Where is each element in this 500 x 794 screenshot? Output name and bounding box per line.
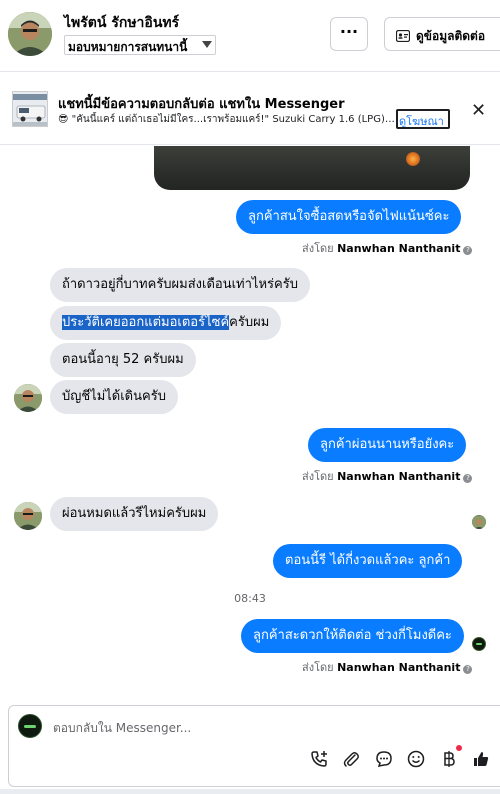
message-bubble-outgoing[interactable]: ตอนนี้รี ได้กี่งวดแล้วคะ ลูกค้า	[273, 544, 463, 578]
more-options-button[interactable]: ···	[330, 17, 368, 51]
message-bubble-outgoing[interactable]: ลูกค้าผ่อนนานหรือยังคะ	[308, 428, 467, 462]
contact-photo	[8, 12, 52, 56]
read-receipt-avatar	[472, 515, 486, 529]
reply-input[interactable]	[53, 719, 353, 737]
sender-name: Nanwhan Nanthanit	[337, 470, 461, 483]
contact-name[interactable]: ไพรัตน์ รักษาอินทร์	[64, 12, 179, 34]
selected-text: ประวัติเคยออกแต่มอเตอร์ไซค์	[62, 315, 230, 330]
assign-label: มอบหมายการสนทนานี้	[68, 40, 188, 54]
baht-icon[interactable]	[439, 749, 459, 769]
sent-by-prefix: ส่งโดย	[302, 242, 334, 255]
message-bubble-incoming[interactable]: ผ่อนหมดแล้วรีไหม่ครับผม	[50, 497, 219, 531]
message-bubble-outgoing[interactable]: ลูกค้าสะดวกให้ติดต่อ ช่วงกี่โมงดีคะ	[241, 619, 464, 653]
phone-plus-icon[interactable]	[309, 749, 329, 769]
message-bubble-incoming[interactable]: ประวัติเคยออกแต่มอเตอร์ไซค์ครับผม	[50, 306, 282, 340]
shared-photo[interactable]	[154, 146, 470, 190]
contact-avatar-small[interactable]	[14, 502, 42, 530]
banner-ad-text: 😎 "คันนี้แคร์ แต่ถ้าเธอไม่มีใคร...เราพร้…	[58, 114, 398, 125]
info-icon[interactable]: ?	[463, 665, 473, 674]
view-contact-info-button[interactable]: ดูข้อมูลติดต่อ	[384, 17, 500, 51]
sent-by-label: ส่งโดย Nanwhan Nanthanit?	[302, 467, 473, 485]
view-ad-link[interactable]: ดูโฆษณา	[396, 109, 450, 129]
message-thread[interactable]: ลูกค้าสนใจซื้อสดหรือจัดไฟแน้นซ์คะ ส่งโดย…	[0, 146, 500, 704]
thumbs-up-icon[interactable]	[471, 749, 491, 769]
sent-by-label: ส่งโดย Nanwhan Nanthanit?	[302, 658, 473, 676]
smiley-icon[interactable]	[406, 749, 426, 769]
sent-by-prefix: ส่งโดย	[302, 470, 334, 483]
assign-conversation-dropdown[interactable]: มอบหมายการสนทนานี้	[64, 35, 216, 55]
info-icon[interactable]: ?	[463, 246, 473, 255]
reply-composer	[8, 705, 500, 787]
paperclip-icon[interactable]	[341, 749, 361, 769]
bottom-strip	[0, 789, 500, 794]
page-avatar	[18, 714, 42, 738]
contact-avatar[interactable]	[8, 12, 52, 56]
message-bubble-incoming[interactable]: ตอนนี้อายุ 52 ครับผม	[50, 343, 196, 377]
message-text: ครับผม	[229, 315, 270, 330]
message-bubble-incoming[interactable]: ถ้าดาวอยู่กี่บาทครับผมส่งเดือนเท่าไหร่คร…	[50, 268, 310, 302]
message-bubble-incoming[interactable]: บัญชีไม่ได้เดินครับ	[50, 380, 178, 414]
banner-title: แชทนี้มีข้อความตอบกลับต่อ แชทใน Messenge…	[58, 97, 345, 112]
message-bubble-outgoing[interactable]: ลูกค้าสนใจซื้อสดหรือจัดไฟแน้นซ์คะ	[236, 200, 462, 234]
ad-thumbnail[interactable]	[12, 91, 48, 127]
sent-by-prefix: ส่งโดย	[302, 661, 334, 674]
notification-dot	[456, 745, 462, 751]
page-seen-avatar	[472, 637, 486, 651]
contact-card-icon	[395, 29, 411, 45]
message-timestamp: 08:43	[234, 592, 266, 605]
conversation-header: ไพรัตน์ รักษาอินทร์ มอบหมายการสนทนานี้ ·…	[0, 0, 500, 72]
messenger-reply-banner: แชทนี้มีข้อความตอบกลับต่อ แชทใน Messenge…	[0, 75, 500, 145]
caret-down-icon	[202, 41, 212, 48]
sender-name: Nanwhan Nanthanit	[337, 242, 461, 255]
sent-by-label: ส่งโดย Nanwhan Nanthanit?	[302, 239, 473, 257]
contact-info-label: ดูข้อมูลติดต่อ	[416, 29, 486, 43]
close-icon[interactable]: ✕	[471, 100, 486, 121]
info-icon[interactable]: ?	[463, 474, 473, 483]
chat-bubble-icon[interactable]	[374, 749, 394, 769]
sender-name: Nanwhan Nanthanit	[337, 661, 461, 674]
contact-avatar-small[interactable]	[14, 384, 42, 412]
